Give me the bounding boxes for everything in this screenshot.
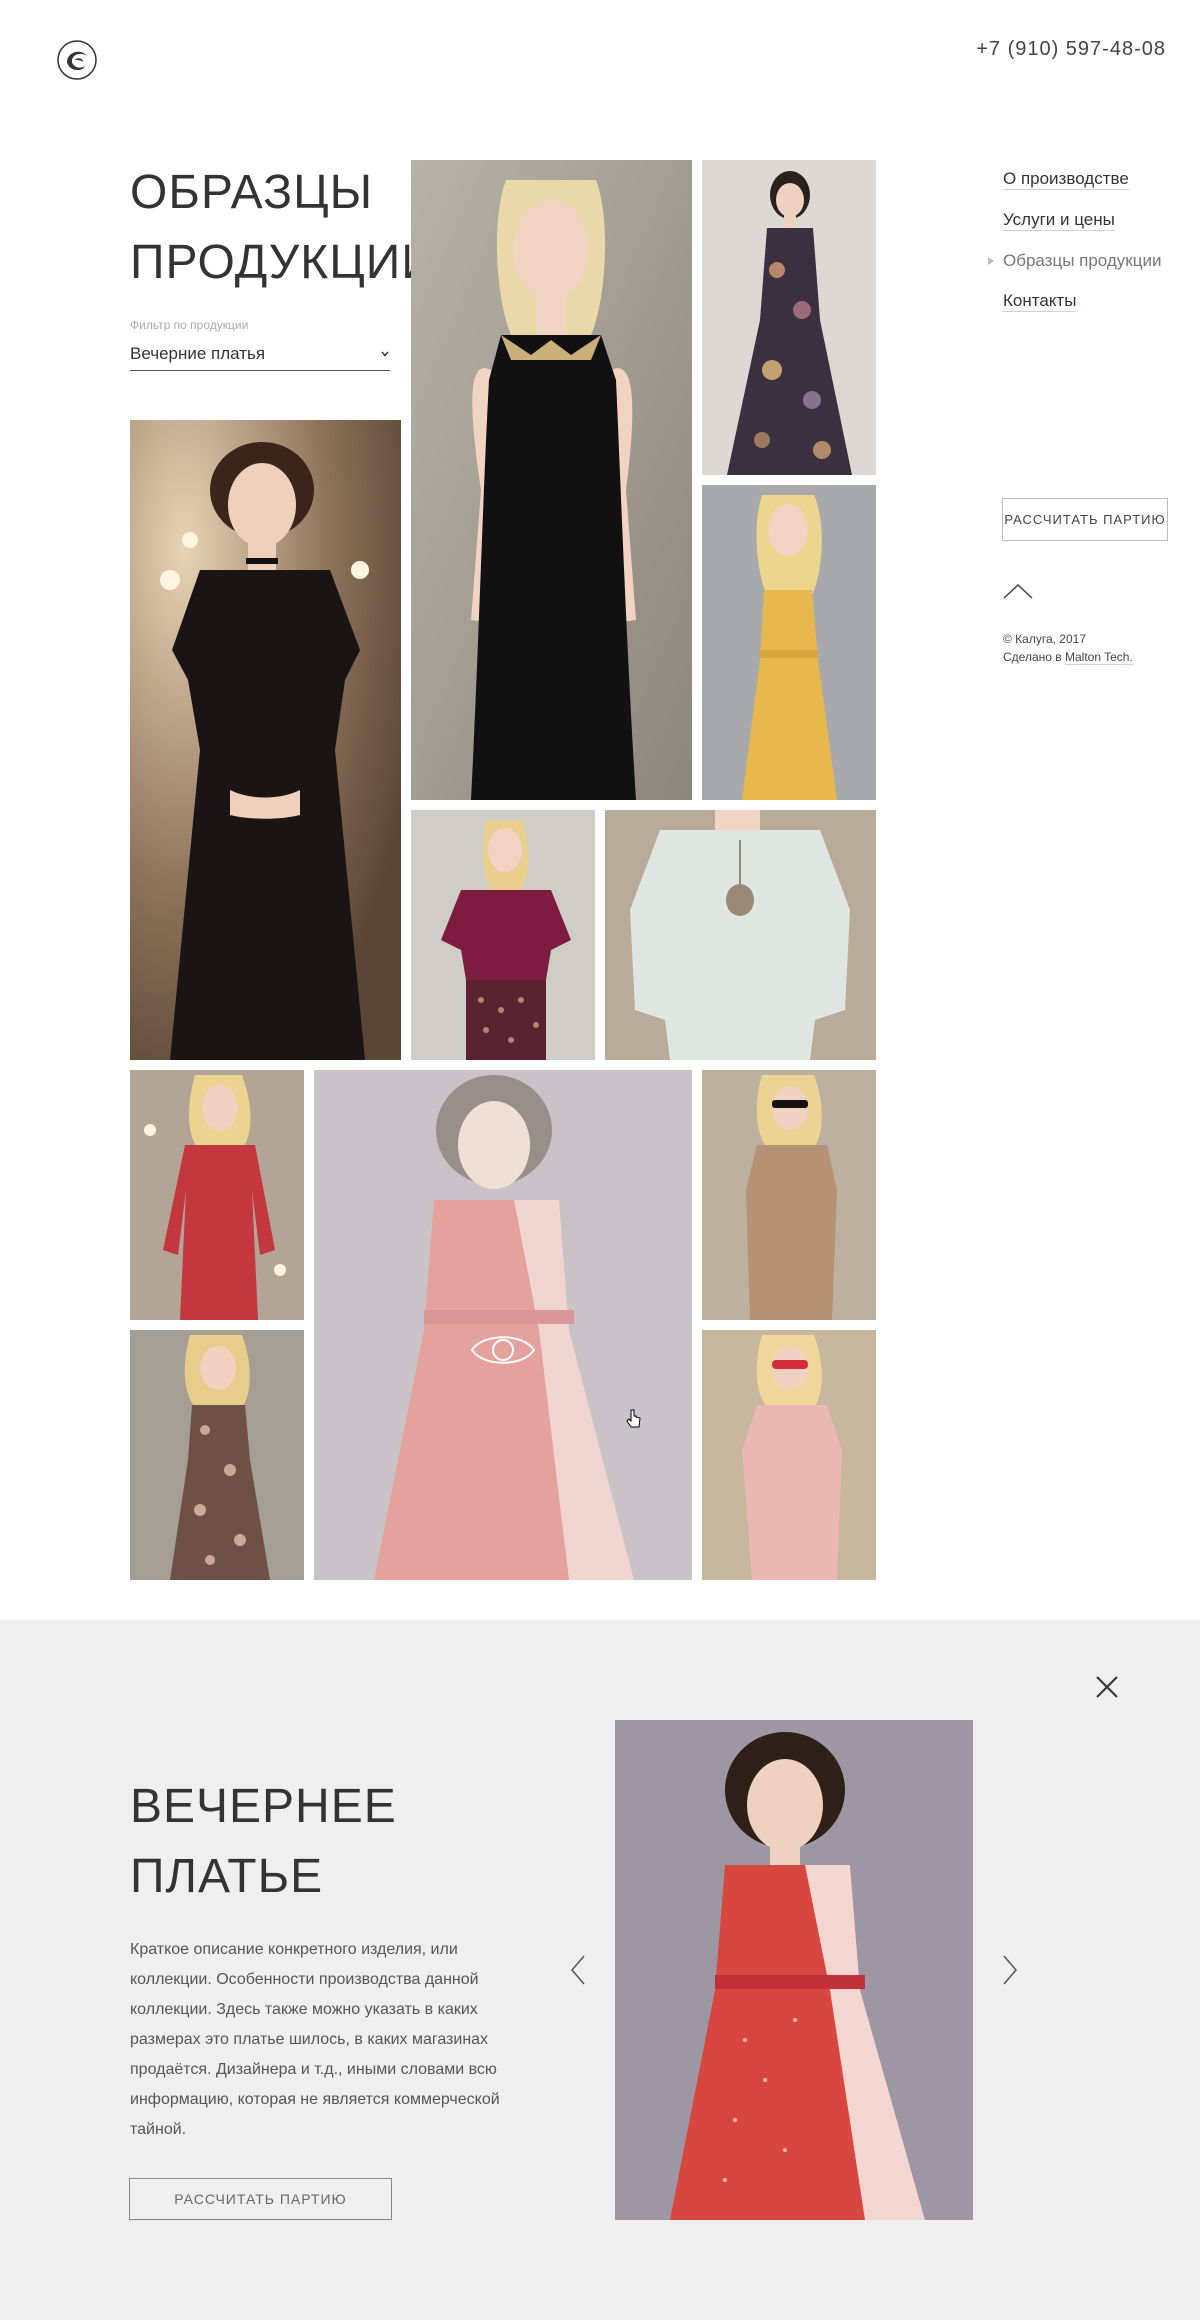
nav-link-contacts[interactable]: Контакты xyxy=(1003,290,1077,312)
copyright-text: © Калуга, 2017 xyxy=(1003,632,1086,646)
gallery-item-pink-dress[interactable] xyxy=(702,1330,876,1580)
gallery-item-black-bodycon-dress[interactable] xyxy=(411,160,692,800)
gallery-item-yellow-dress[interactable] xyxy=(702,485,876,800)
gallery-item-brown-floral-dress[interactable] xyxy=(130,1330,304,1580)
made-by-prefix: Сделано в xyxy=(1003,650,1062,664)
calculate-batch-button-sidebar[interactable]: РАССЧИТАТЬ ПАРТИЮ xyxy=(1002,498,1168,541)
dress-photo xyxy=(130,1070,304,1320)
nav-link-about[interactable]: О производстве xyxy=(1003,168,1129,190)
dress-photo xyxy=(130,420,401,1060)
eye-icon xyxy=(470,1336,536,1364)
dress-photo xyxy=(702,160,876,475)
dress-photo xyxy=(605,810,876,1060)
made-by-link[interactable]: Malton Tech. xyxy=(1064,650,1133,665)
nav-link-samples[interactable]: Образцы продукции xyxy=(987,250,1161,271)
dress-photo xyxy=(130,1330,304,1580)
calculate-batch-button[interactable]: РАССЧИТАТЬ ПАРТИЮ xyxy=(129,2178,392,2220)
gallery-item-red-long-sleeve-dress[interactable] xyxy=(130,1070,304,1320)
dress-photo xyxy=(702,1330,876,1580)
pointer-cursor-icon xyxy=(626,1409,641,1428)
chevron-down-icon xyxy=(381,351,389,357)
nav-link-services[interactable]: Услуги и цены xyxy=(1003,209,1115,231)
product-description: Краткое описание конкретного изделия, ил… xyxy=(130,1941,500,2138)
dress-photo xyxy=(411,810,595,1060)
gallery-item-black-short-dress[interactable] xyxy=(130,420,401,1060)
product-title: ВЕЧЕРНЕЕ ПЛАТЬЕ xyxy=(130,1780,397,1903)
dress-photo xyxy=(615,1720,973,2220)
chevron-right-icon[interactable] xyxy=(1002,1954,1018,1986)
scroll-up-icon[interactable] xyxy=(1003,582,1033,600)
filter-value: Вечерние платья xyxy=(130,343,266,363)
gallery-item-floral-dress[interactable] xyxy=(702,160,876,475)
page-title: ОБРАЗЦЫ ПРОДУКЦИИ xyxy=(130,166,437,289)
product-image xyxy=(615,1720,973,2220)
logo[interactable] xyxy=(55,38,99,82)
gallery-item-beige-dress[interactable] xyxy=(702,1070,876,1320)
filter-label: Фильтр по продукции xyxy=(130,318,249,332)
phone-number[interactable]: +7 (910) 597-48-08 xyxy=(976,38,1166,61)
gallery-item-burgundy-top[interactable] xyxy=(411,810,595,1060)
main-nav: О производстве Услуги и цены Образцы про… xyxy=(987,168,1161,331)
gallery-item-red-lace-dress-hovered[interactable] xyxy=(314,1070,692,1580)
filter-dropdown[interactable]: Вечерние платья xyxy=(130,337,390,371)
dress-photo xyxy=(702,485,876,800)
close-icon[interactable] xyxy=(1095,1675,1119,1699)
dress-photo xyxy=(411,160,692,800)
chevron-left-icon[interactable] xyxy=(570,1954,586,1986)
gallery-item-white-lace-blouse[interactable] xyxy=(605,810,876,1060)
dress-photo xyxy=(702,1070,876,1320)
footer-copyright: © Калуга, 2017 Сделано в Malton Tech. xyxy=(1003,630,1133,666)
